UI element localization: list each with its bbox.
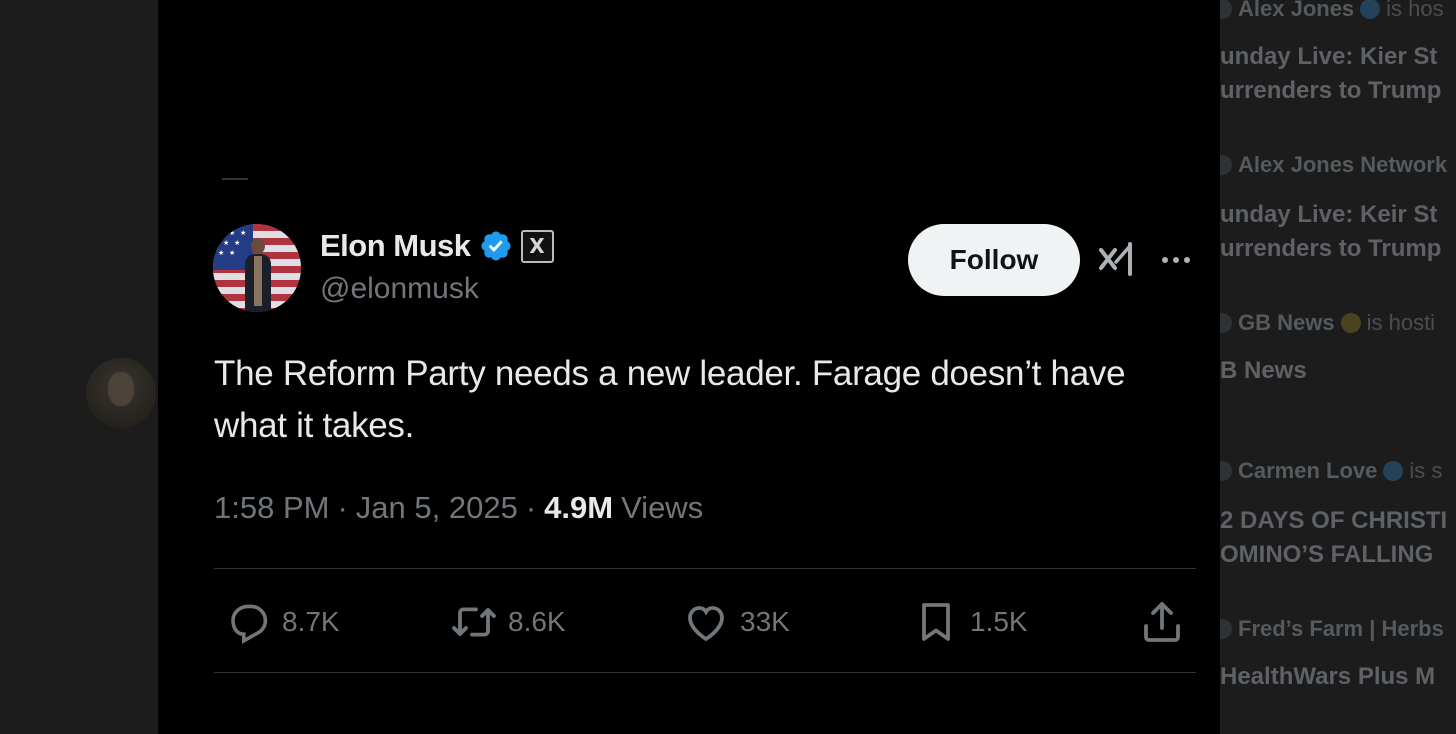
divider-mark	[222, 178, 248, 180]
divider	[214, 568, 1196, 569]
space-host-suffix: is hosti	[1366, 310, 1436, 335]
sidebar-space-item[interactable]: Alex Jones is hos	[1220, 0, 1444, 22]
repost-icon	[452, 607, 496, 637]
sidebar-space-item[interactable]: Carmen Love is s	[1220, 458, 1442, 484]
follow-button[interactable]: Follow	[908, 224, 1080, 296]
verified-badge-icon	[1340, 313, 1361, 333]
divider	[214, 672, 1196, 673]
sidebar-space-title[interactable]: HealthWars Plus M	[1220, 660, 1435, 694]
verified-badge-icon	[480, 231, 511, 261]
sidebar-space-item[interactable]: Alex Jones Network	[1220, 152, 1447, 178]
background-avatar	[86, 358, 156, 428]
tweet-text: The Reform Party needs a new leader. Far…	[214, 354, 1126, 445]
space-host-suffix: is s	[1409, 458, 1443, 483]
reply-icon	[231, 604, 268, 644]
author-name[interactable]: Elon Musk	[320, 228, 471, 264]
reply-count: 8.7K	[282, 606, 340, 637]
sidebar-space-title[interactable]: 2 DAYS OF CHRISTI OMINO’S FALLING	[1220, 504, 1447, 572]
tweet-actions: 8.7K 8.6K 33K 1.5K	[214, 594, 1196, 650]
author-avatar[interactable]: ★ ★ ★ ★ ★ ★ ★	[213, 224, 301, 312]
space-host-name: Fred’s Farm | Herbs	[1238, 616, 1444, 641]
reply-button[interactable]: 8.7K	[224, 594, 340, 650]
left-background-strip	[0, 0, 158, 734]
share-icon	[1144, 602, 1180, 642]
grok-icon[interactable]	[1098, 240, 1134, 278]
space-host-row: Carmen Love is s	[1220, 458, 1442, 484]
sidebar-space-item[interactable]: Fred’s Farm | Herbs	[1220, 616, 1444, 642]
space-host-name: Carmen Love	[1238, 458, 1378, 483]
views-count: 4.9M	[544, 490, 614, 525]
author-handle[interactable]: @elonmusk	[320, 272, 479, 306]
repost-count: 8.6K	[508, 606, 566, 637]
repost-button[interactable]: 8.6K	[450, 594, 566, 650]
share-button[interactable]	[1138, 594, 1186, 650]
sidebar-space-title[interactable]: unday Live: Kier St urrenders to Trump	[1220, 40, 1441, 108]
views-label: Views	[621, 490, 704, 525]
sidebar-space-title[interactable]: unday Live: Keir St urrenders to Trump	[1220, 198, 1441, 266]
bookmark-count: 1.5K	[970, 606, 1028, 637]
space-host-name: Alex Jones Network	[1238, 152, 1448, 177]
space-host-name: GB News	[1238, 310, 1335, 335]
like-count: 33K	[740, 606, 790, 637]
like-icon	[688, 606, 724, 642]
meta-separator: ·	[337, 490, 348, 525]
tweet-time[interactable]: 1:58 PM	[214, 490, 329, 526]
space-host-row: Alex Jones Network	[1220, 152, 1447, 178]
space-host-row: Fred’s Farm | Herbs	[1220, 616, 1444, 642]
space-host-row: Alex Jones is hos	[1220, 0, 1444, 22]
sidebar-space-item[interactable]: GB News is hosti	[1220, 310, 1435, 336]
verified-badge-icon	[1383, 461, 1404, 481]
bookmark-icon	[922, 603, 950, 641]
meta-separator: ·	[525, 490, 537, 525]
more-icon[interactable]	[1158, 250, 1194, 270]
author-name-row: Elon Musk X	[320, 226, 554, 266]
verified-badge-icon	[1360, 0, 1381, 19]
sidebar-space-title[interactable]: B News	[1220, 354, 1307, 388]
spaces-sidebar: Alex Jones is hos unday Live: Kier St urr…	[1220, 0, 1456, 734]
like-button[interactable]: 33K	[682, 594, 790, 650]
space-host-name: Alex Jones	[1238, 0, 1355, 21]
bookmark-button[interactable]: 1.5K	[912, 594, 1028, 650]
space-host-row: GB News is hosti	[1220, 310, 1435, 336]
tweet-date[interactable]: Jan 5, 2025	[356, 490, 518, 526]
space-host-suffix: is hos	[1386, 0, 1444, 21]
tweet-meta: 1:58 PM · Jan 5, 2025 · 4.9M Views	[214, 490, 703, 526]
x-affiliate-icon[interactable]: X	[520, 229, 554, 263]
